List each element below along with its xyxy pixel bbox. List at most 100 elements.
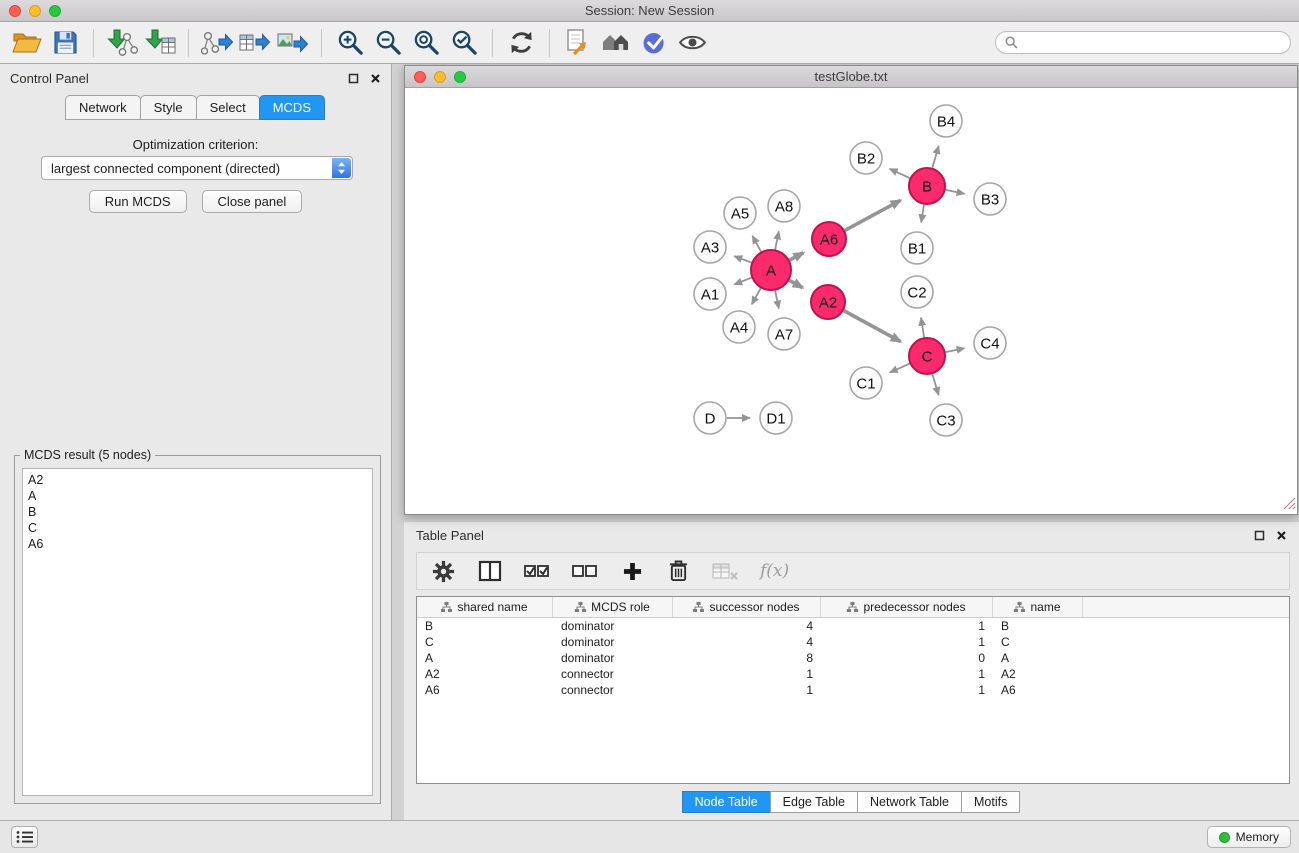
float-panel-icon[interactable] [348,73,359,84]
network-close-button[interactable] [414,71,426,83]
import-network-from-file-button[interactable] [103,25,141,61]
column-visibility-button[interactable] [478,560,502,582]
graph-node-A8[interactable]: A8 [768,190,800,222]
zoom-in-button[interactable] [331,25,369,61]
graph-edge-A2-C[interactable] [844,311,901,342]
save-session-button[interactable] [46,25,84,61]
table-settings-button[interactable] [431,559,456,584]
delete-column-button[interactable] [666,560,690,582]
graph-node-A1[interactable]: A1 [694,278,726,310]
delete-table-button[interactable] [712,562,738,581]
close-panel-icon[interactable] [370,73,381,84]
select-all-button[interactable] [524,562,550,580]
search-input[interactable] [1024,36,1281,50]
graph-node-A2[interactable]: A2 [811,285,845,319]
open-file-button[interactable] [8,25,46,61]
apply-layout-button[interactable] [502,25,540,61]
graph-edge-B-B3[interactable] [946,190,965,194]
tab-motifs[interactable]: Motifs [961,791,1020,813]
graph-edge-B-B4[interactable] [932,146,938,168]
graph-node-A[interactable]: A [751,250,791,290]
column-header-successor-nodes[interactable]: successor nodes [673,597,821,617]
close-panel-button[interactable]: Close panel [202,190,303,213]
graph-edge-C-C1[interactable] [890,364,910,373]
network-zoom-button[interactable] [454,71,466,83]
tab-style[interactable]: Style [140,95,197,120]
network-graph[interactable]: B4 B2 B B3 A5 A8 A6 B1 A3 A C2 A1 A2 A4 A7 C4 C C1 C3 D D1 [405,89,1297,514]
result-item-b[interactable]: B [28,504,367,520]
result-item-a[interactable]: A [28,488,367,504]
tab-edge-table[interactable]: Edge Table [770,791,858,813]
graph-edge-A-A6[interactable] [790,253,804,260]
export-network-button[interactable] [198,25,236,61]
memory-button[interactable]: Memory [1207,826,1291,848]
tab-network[interactable]: Network [65,95,141,120]
close-window-button[interactable] [9,5,21,17]
graph-node-A7[interactable]: A7 [768,318,800,350]
optimization-criterion-select[interactable]: largest connected component (directed) [41,156,353,180]
graph-node-B2[interactable]: B2 [850,142,882,174]
tab-mcds[interactable]: MCDS [259,95,325,120]
search-field[interactable] [995,31,1291,54]
panel-menu-button[interactable] [11,826,38,848]
tab-network-table[interactable]: Network Table [857,791,962,813]
column-header-predecessor-nodes[interactable]: predecessor nodes [821,597,993,617]
graph-edge-A-A1[interactable] [734,278,751,285]
graph-node-A6[interactable]: A6 [812,222,846,256]
network-window-titlebar[interactable]: testGlobe.txt [405,66,1297,88]
table-row-a[interactable]: Adominator80A [417,650,1289,666]
graph-node-A5[interactable]: A5 [724,197,756,229]
column-header-name[interactable]: name [993,597,1083,617]
vizmap-check-button[interactable] [635,25,673,61]
table-row-a2[interactable]: A2connector11A2 [417,666,1289,682]
table-row-b[interactable]: Bdominator41B [417,618,1289,634]
float-table-panel-icon[interactable] [1254,530,1265,541]
table-row-a6[interactable]: A6connector11A6 [417,682,1289,698]
graph-node-C4[interactable]: C4 [974,327,1006,359]
graph-edge-A-A4[interactable] [752,288,761,304]
graph-node-C2[interactable]: C2 [901,276,933,308]
network-canvas[interactable]: B4 B2 B B3 A5 A8 A6 B1 A3 A C2 A1 A2 A4 A7 C4 C C1 C3 D D1 [405,89,1297,514]
first-neighbors-button[interactable] [559,25,597,61]
graph-edge-C-C3[interactable] [932,374,938,395]
show-hide-graphics-button[interactable] [673,25,711,61]
column-header-mcds-role[interactable]: MCDS role [553,597,673,617]
graph-node-D1[interactable]: D1 [760,402,792,434]
graph-edge-A6-B[interactable] [845,200,901,230]
graph-edge-B-B1[interactable] [921,205,924,223]
tab-select[interactable]: Select [196,95,260,120]
import-table-from-file-button[interactable] [141,25,179,61]
graph-node-B3[interactable]: B3 [974,183,1006,215]
function-builder-button[interactable]: f(x) [760,561,789,581]
column-header-shared-name[interactable]: shared name [417,597,553,617]
graph-node-B[interactable]: B [909,168,945,204]
graph-node-B4[interactable]: B4 [930,105,962,137]
graph-node-A3[interactable]: A3 [694,231,726,263]
graph-node-B1[interactable]: B1 [901,232,933,264]
graph-node-A4[interactable]: A4 [723,311,755,343]
mcds-result-list[interactable]: A2ABCA6 [22,468,373,796]
run-mcds-button[interactable]: Run MCDS [89,190,187,213]
add-column-button[interactable] [620,562,644,581]
graph-edge-C-C2[interactable] [921,318,924,338]
graph-edge-A-A2[interactable] [789,280,802,288]
export-image-button[interactable] [274,25,312,61]
open-ndex-button[interactable] [597,25,635,61]
zoom-fit-button[interactable] [407,25,445,61]
zoom-selected-button[interactable] [445,25,483,61]
graph-node-C1[interactable]: C1 [850,367,882,399]
graph-edge-A-A7[interactable] [775,291,779,309]
graph-node-C[interactable]: C [909,338,945,374]
graph-edge-A-A5[interactable] [752,236,761,252]
graph-edge-A-A8[interactable] [775,231,779,249]
minimize-window-button[interactable] [29,5,41,17]
result-item-a6[interactable]: A6 [28,536,367,552]
export-table-button[interactable] [236,25,274,61]
graph-node-D[interactable]: D [694,402,726,434]
network-minimize-button[interactable] [434,71,446,83]
result-item-a2[interactable]: A2 [28,472,367,488]
close-table-panel-icon[interactable] [1276,530,1287,541]
table-row-c[interactable]: Cdominator41C [417,634,1289,650]
graph-node-C3[interactable]: C3 [930,404,962,436]
graph-edge-C-C4[interactable] [946,348,965,352]
